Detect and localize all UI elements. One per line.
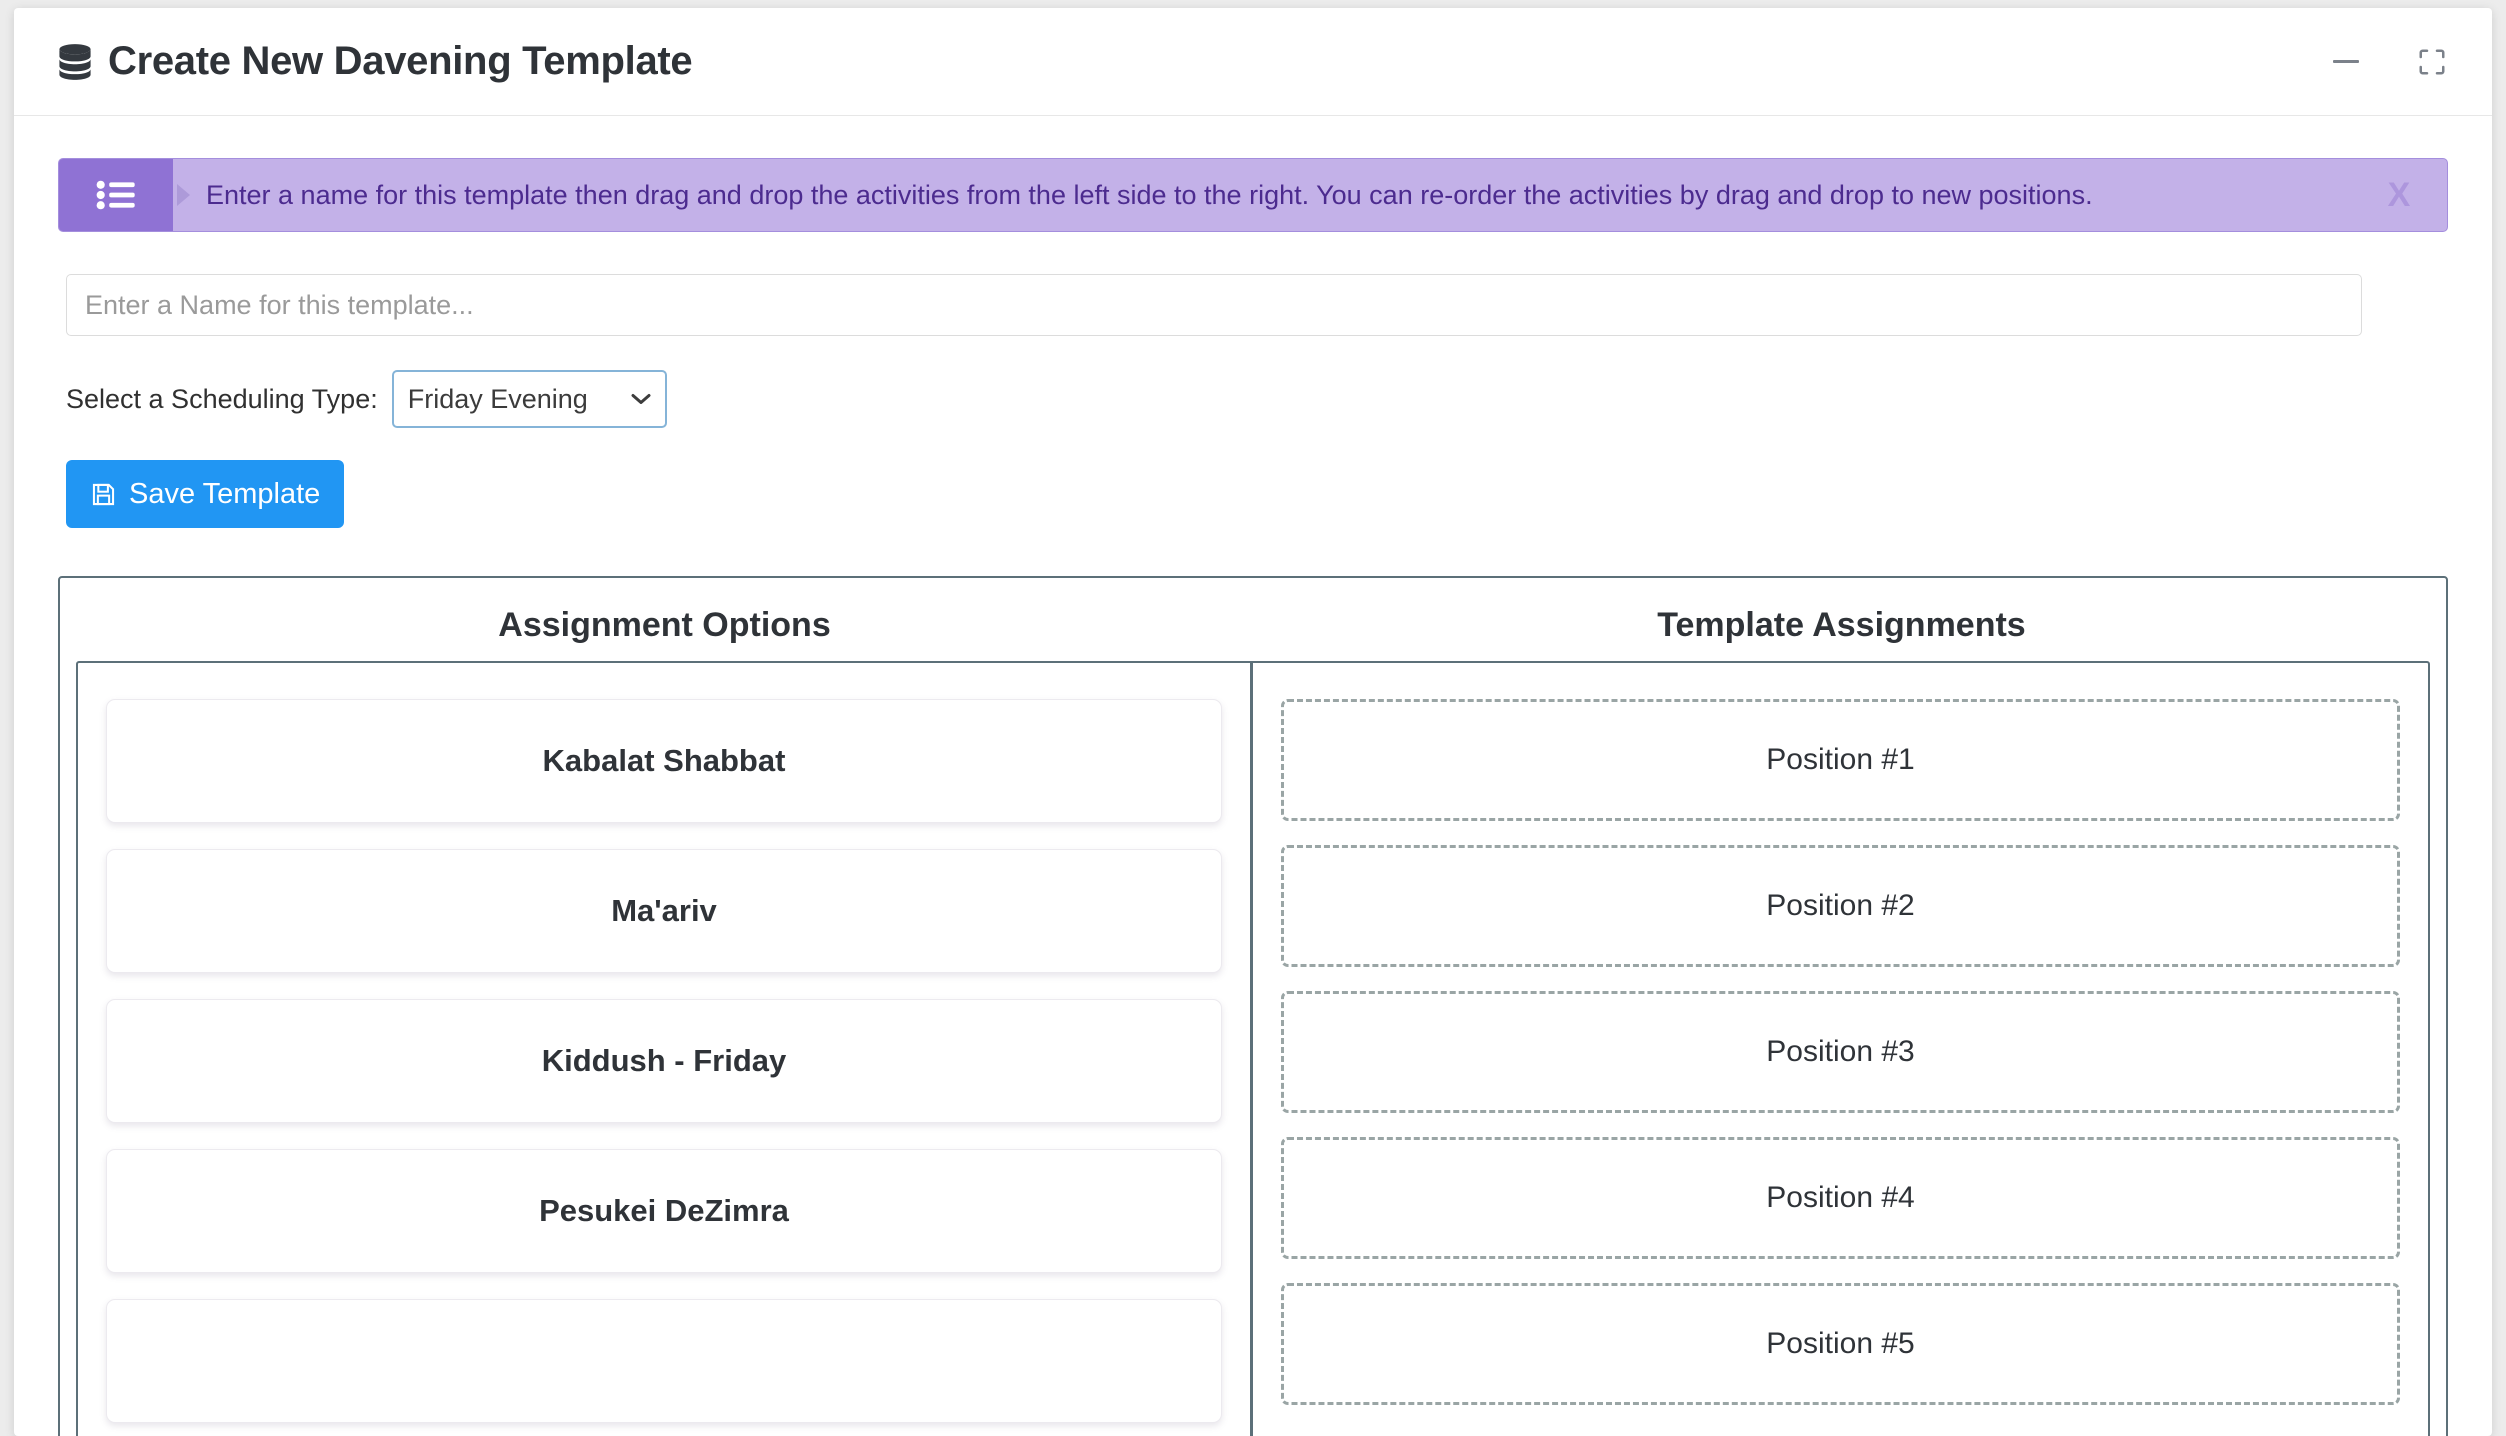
database-stack-icon	[58, 43, 92, 81]
alert-icon-box	[59, 159, 173, 231]
app-window: Create New Davening Template Enter a nam…	[14, 8, 2492, 1436]
assignment-slot-label: Position #3	[1766, 1035, 1915, 1068]
assignment-slot-label: Position #4	[1766, 1181, 1915, 1214]
scheduling-type-label: Select a Scheduling Type:	[66, 383, 378, 414]
assignment-slot[interactable]: Position #1	[1281, 699, 2400, 821]
option-card-label: Kabalat Shabbat	[542, 743, 786, 778]
save-template-label: Save Template	[129, 477, 321, 510]
template-form: Select a Scheduling Type: Friday Evening…	[14, 232, 2492, 528]
assignment-slot-label: Position #5	[1766, 1327, 1915, 1360]
assignment-options-column: Kabalat Shabbat Ma'ariv Kiddush - Friday…	[78, 663, 1253, 1436]
save-template-button[interactable]: Save Template	[66, 460, 345, 528]
option-card-label: Ma'ariv	[611, 893, 717, 928]
assignment-panels: Assignment Options Template Assignments …	[58, 576, 2448, 1436]
window-title-group: Create New Davening Template	[58, 39, 693, 84]
option-card[interactable]: Kiddush - Friday	[106, 999, 1222, 1123]
alert-message: Enter a name for this template then drag…	[206, 179, 2093, 210]
alert-close-button[interactable]: X	[2351, 159, 2447, 231]
window-controls	[2326, 42, 2452, 82]
option-card[interactable]: Kabalat Shabbat	[106, 699, 1222, 823]
assignment-slot-label: Position #1	[1766, 743, 1915, 776]
page-title: Create New Davening Template	[108, 39, 693, 83]
template-name-input[interactable]	[66, 274, 2362, 336]
option-card-label: Kiddush - Friday	[541, 1043, 787, 1078]
panel-body: Kabalat Shabbat Ma'ariv Kiddush - Friday…	[76, 661, 2430, 1436]
list-icon	[96, 180, 135, 210]
option-card[interactable]: Ma'ariv	[106, 849, 1222, 973]
alert-container: Enter a name for this template then drag…	[14, 116, 2492, 232]
template-assignments-title: Template Assignments	[1657, 606, 2026, 644]
panel-headers: Assignment Options Template Assignments	[76, 592, 2430, 661]
assignment-slot[interactable]: Position #3	[1281, 991, 2400, 1113]
option-card[interactable]: Pesukei DeZimra	[106, 1149, 1222, 1273]
assignment-slot-label: Position #2	[1766, 889, 1915, 922]
window-titlebar: Create New Davening Template	[14, 8, 2492, 116]
expand-icon[interactable]	[2412, 42, 2452, 82]
minimize-icon[interactable]	[2326, 42, 2366, 82]
floppy-save-icon	[92, 483, 115, 505]
assignment-slot[interactable]: Position #4	[1281, 1137, 2400, 1259]
info-alert: Enter a name for this template then drag…	[58, 158, 2448, 232]
alert-pointer-icon	[177, 184, 190, 206]
option-card-label: Pesukei DeZimra	[539, 1193, 789, 1228]
scheduling-type-row: Select a Scheduling Type: Friday Evening	[66, 370, 2448, 428]
option-card[interactable]	[106, 1299, 1222, 1423]
assignment-slot[interactable]: Position #2	[1281, 845, 2400, 967]
assignment-options-title: Assignment Options	[498, 606, 831, 644]
template-assignments-column: Position #1 Position #2 Position #3 Posi…	[1253, 663, 2428, 1436]
assignment-slot[interactable]: Position #5	[1281, 1283, 2400, 1405]
scheduling-type-select-wrap: Friday Evening	[391, 370, 667, 428]
scheduling-type-select[interactable]: Friday Evening	[391, 370, 667, 428]
